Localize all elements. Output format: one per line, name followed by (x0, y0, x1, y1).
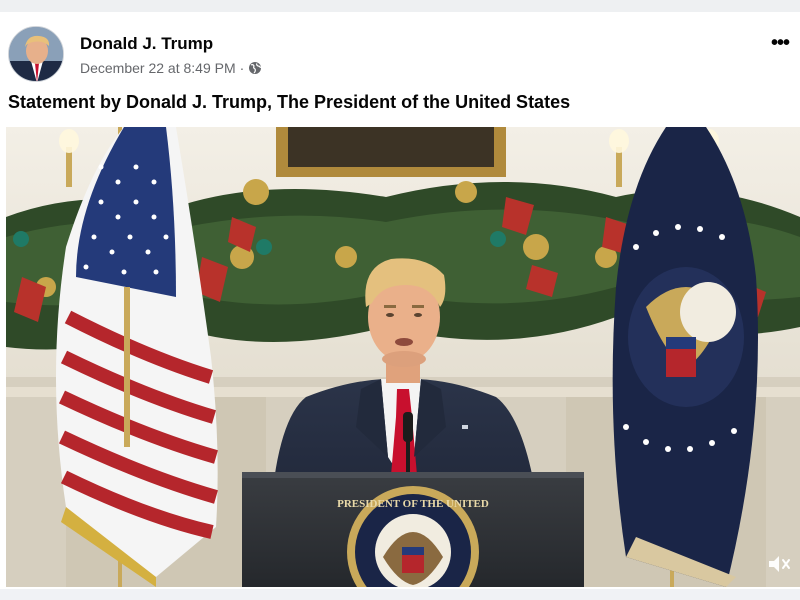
more-options-icon[interactable]: ••• (766, 33, 794, 56)
top-strip (0, 0, 800, 12)
video-player[interactable]: PRESIDENT OF THE UNITED (6, 127, 800, 587)
post-caption: Statement by Donald J. Trump, The Presid… (8, 92, 571, 112)
author-name[interactable]: Donald J. Trump (80, 34, 213, 54)
video-frame: PRESIDENT OF THE UNITED (6, 127, 800, 587)
seal-text: PRESIDENT OF THE UNITED (337, 498, 489, 510)
facebook-post: Donald J. Trump December 22 at 8:49 PM ·… (0, 12, 800, 600)
meta-separator: · (239, 60, 245, 76)
post-header: Donald J. Trump December 22 at 8:49 PM ·… (0, 12, 800, 92)
globe-icon[interactable] (248, 61, 262, 75)
avatar[interactable] (8, 26, 64, 82)
post-timestamp[interactable]: December 22 at 8:49 PM (80, 60, 236, 76)
post-meta: December 22 at 8:49 PM · (80, 60, 262, 76)
post-bottom-divider (0, 589, 800, 600)
muted-speaker-icon[interactable] (766, 553, 792, 575)
avatar-image (9, 27, 63, 81)
